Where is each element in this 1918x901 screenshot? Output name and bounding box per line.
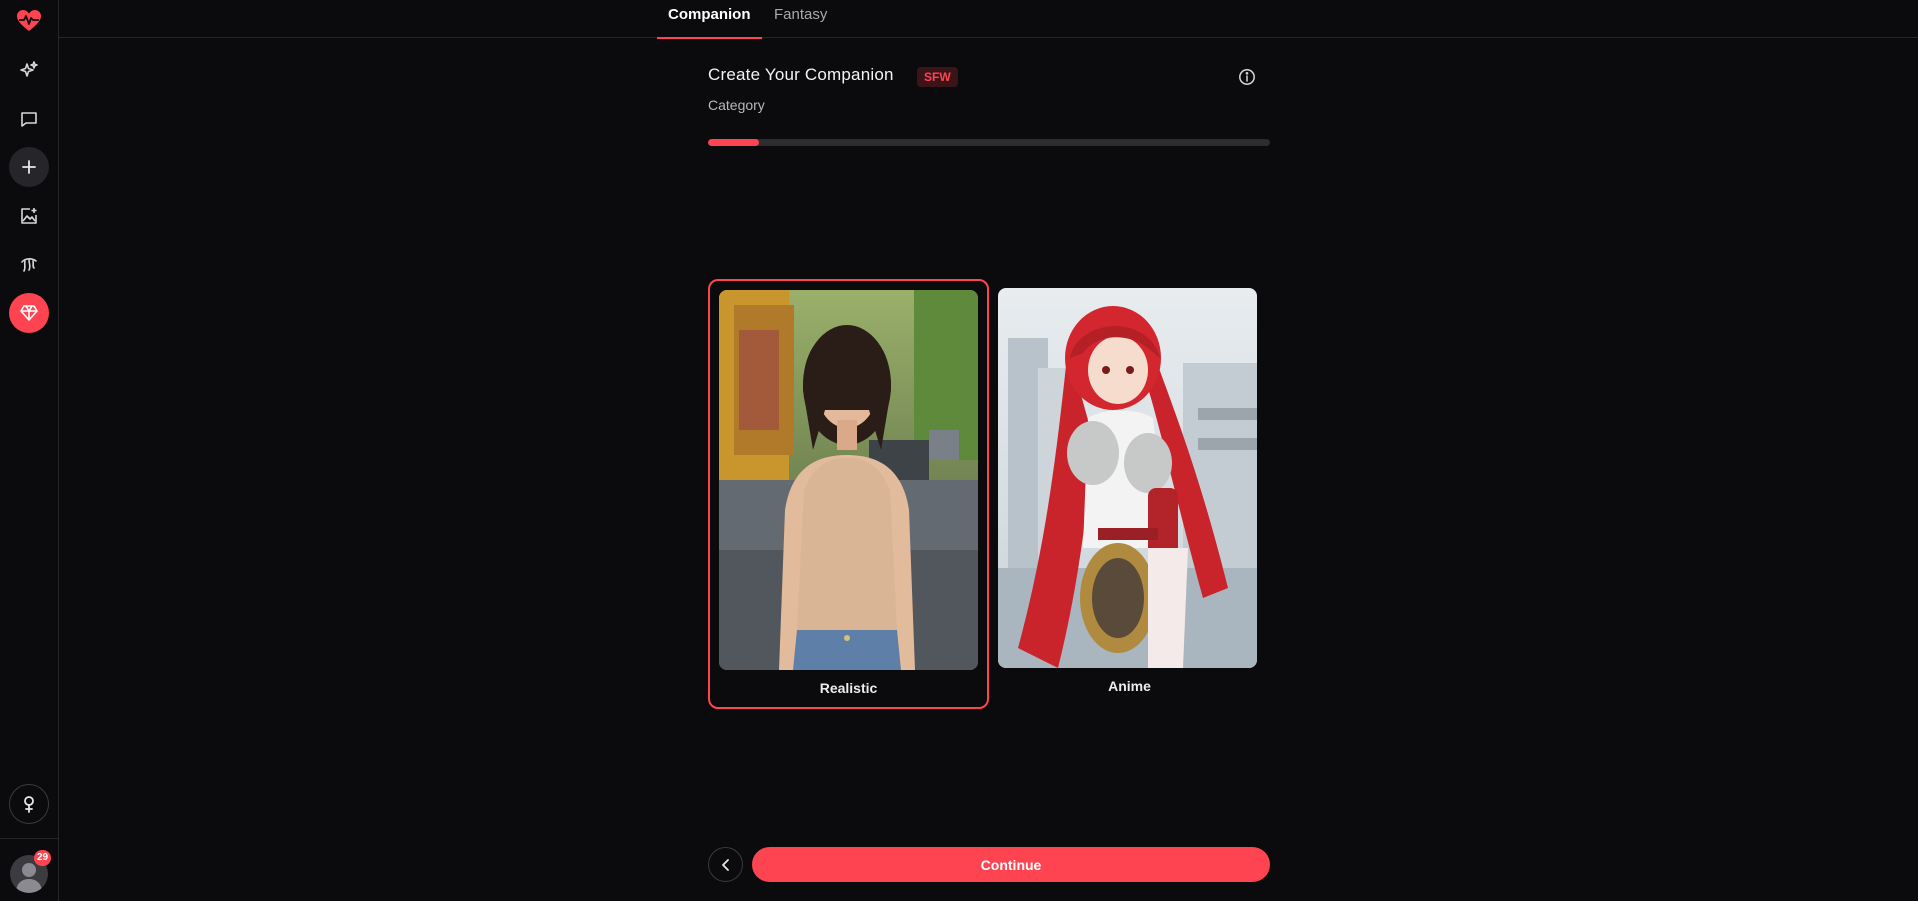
logo-button[interactable]: [9, 1, 49, 41]
category-card-realistic[interactable]: Realistic: [708, 279, 989, 709]
sidebar-item-explore[interactable]: [9, 50, 49, 90]
sidebar-item-create[interactable]: [9, 147, 49, 187]
step-label: Category: [708, 97, 765, 113]
tab-companion[interactable]: Companion: [657, 0, 762, 39]
chat-icon: [21, 112, 37, 127]
sidebar-divider: [0, 838, 59, 839]
back-button[interactable]: [708, 847, 743, 882]
category-label: Anime: [1108, 678, 1151, 694]
sparkles-icon: [20, 61, 38, 77]
category-label: Realistic: [819, 680, 878, 696]
female-symbol-icon: [24, 796, 34, 813]
info-icon: [1239, 69, 1255, 85]
plus-icon: [22, 160, 36, 174]
progress-fill: [708, 139, 759, 146]
tentacles-icon: [21, 258, 37, 272]
sidebar-item-generate-image[interactable]: [9, 196, 49, 236]
heart-pulse-icon: [17, 10, 41, 31]
sidebar-item-fantasy[interactable]: [9, 245, 49, 285]
chevron-left-icon: [721, 858, 729, 871]
sfw-badge: SFW: [917, 67, 958, 87]
image-edit-icon: [21, 208, 37, 224]
diamond-icon: [20, 305, 38, 321]
category-tabs: Companion Fantasy: [59, 0, 1918, 39]
info-button[interactable]: [1237, 67, 1257, 87]
sidebar-item-premium[interactable]: [9, 293, 49, 333]
page-title: Create Your Companion: [708, 65, 894, 84]
realistic-preview-image: [719, 290, 978, 670]
tab-fantasy[interactable]: Fantasy: [763, 0, 838, 38]
sidebar-item-chat[interactable]: [9, 99, 49, 139]
gender-toggle-button[interactable]: [9, 784, 49, 824]
notification-badge: 29: [34, 850, 52, 866]
sidebar: 29: [0, 0, 59, 901]
category-card-anime[interactable]: Anime: [989, 279, 1270, 709]
continue-button[interactable]: Continue: [752, 847, 1270, 882]
progress-bar: [708, 139, 1270, 146]
anime-preview-image: [998, 288, 1257, 668]
